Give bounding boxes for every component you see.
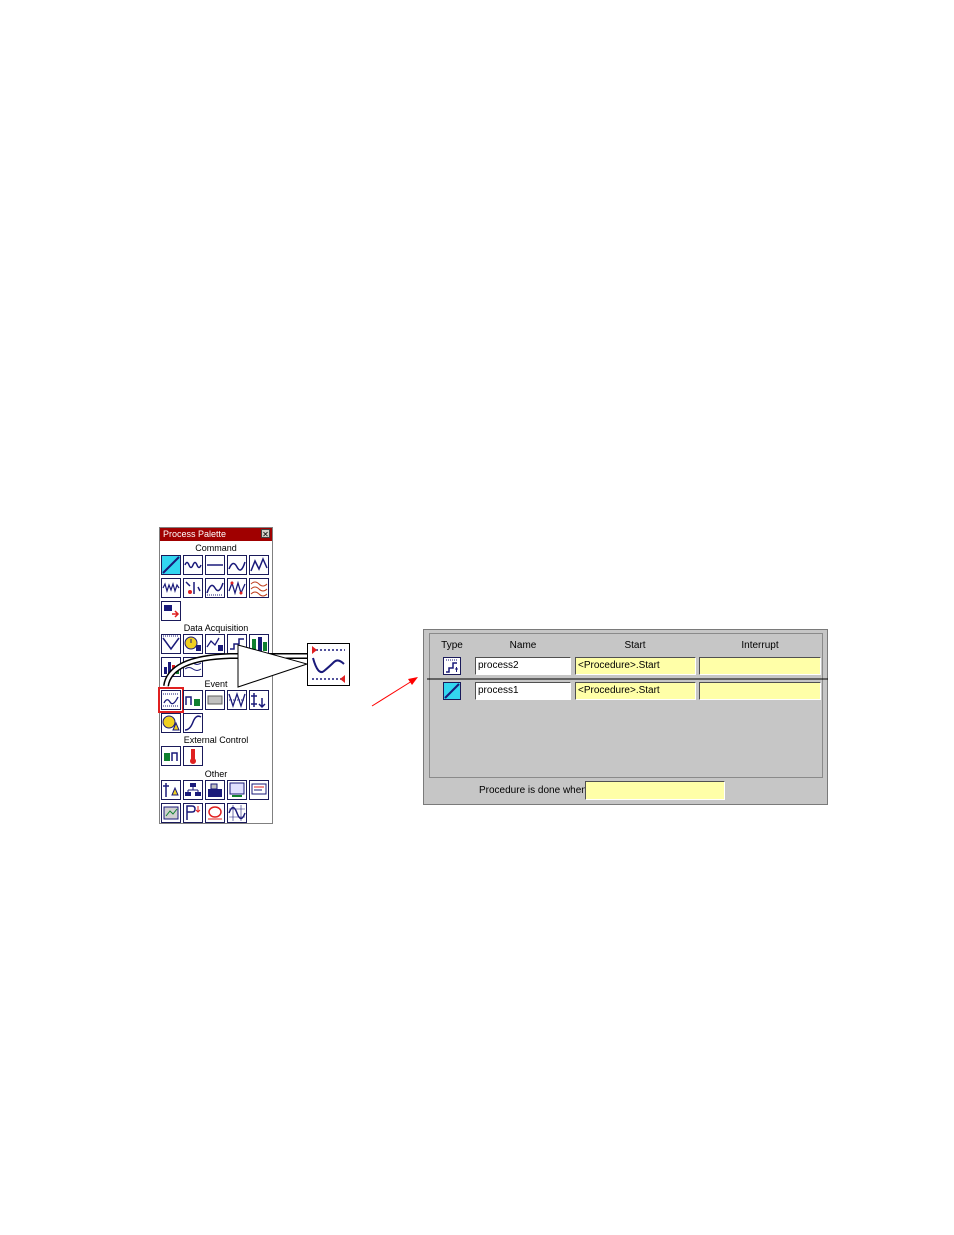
- random-wave-icon[interactable]: [161, 578, 181, 598]
- event-detector-zoom-icon: [307, 643, 350, 686]
- start-field[interactable]: <Procedure>.Start: [575, 682, 696, 700]
- callout-arrow: [163, 644, 309, 688]
- name-field[interactable]: process2: [475, 657, 571, 675]
- calculation-icon[interactable]: [227, 803, 247, 823]
- data-display-icon[interactable]: [227, 780, 247, 800]
- rise-event-icon[interactable]: [183, 713, 203, 733]
- section-label-data-acquisition: Data Acquisition: [183, 623, 249, 633]
- process-grid: Type Name Start Interrupt process2 <Proc…: [429, 633, 823, 778]
- profile-icon[interactable]: [249, 555, 269, 575]
- done-label: Procedure is done when: [479, 785, 587, 796]
- program-action-icon[interactable]: [205, 780, 225, 800]
- message-icon[interactable]: [249, 780, 269, 800]
- loop-icon[interactable]: [205, 803, 225, 823]
- multi-channel-icon[interactable]: [249, 578, 269, 598]
- ramp-process-icon[interactable]: [443, 682, 461, 700]
- interrupt-field[interactable]: [699, 657, 821, 675]
- palette-title: Process Palette: [163, 529, 227, 539]
- section-label-external-control: External Control: [183, 735, 249, 745]
- column-header-type: Type: [441, 640, 463, 651]
- hold-icon[interactable]: [205, 555, 225, 575]
- palette-title-bar: Process Palette ✕: [160, 528, 272, 541]
- column-header-start: Start: [624, 640, 646, 651]
- insertion-indicator: [371, 677, 828, 707]
- sine-wave-icon[interactable]: [183, 555, 203, 575]
- report-icon[interactable]: [161, 803, 181, 823]
- block-arbitrary-icon[interactable]: [227, 578, 247, 598]
- command-arrow-icon[interactable]: [161, 601, 181, 621]
- procedure-editor: Type Name Start Interrupt process2 <Proc…: [423, 629, 828, 805]
- sweep-icon[interactable]: [205, 578, 225, 598]
- ramp-icon[interactable]: [161, 555, 181, 575]
- parameter-set-icon[interactable]: [183, 803, 203, 823]
- section-label-other: Other: [204, 769, 228, 779]
- cycle-icon[interactable]: [227, 555, 247, 575]
- close-icon[interactable]: ✕: [261, 529, 270, 539]
- column-header-name: Name: [509, 640, 537, 651]
- digital-output-icon[interactable]: [161, 746, 181, 766]
- alarm-icon[interactable]: [161, 780, 181, 800]
- timer-event-icon[interactable]: [161, 713, 181, 733]
- temperature-icon[interactable]: [183, 746, 203, 766]
- done-condition-field[interactable]: [585, 781, 725, 800]
- section-label-command: Command: [195, 543, 237, 553]
- step-process-icon[interactable]: [443, 657, 461, 675]
- network-icon[interactable]: [183, 780, 203, 800]
- interrupt-field[interactable]: [699, 682, 821, 700]
- name-field[interactable]: process1: [475, 682, 571, 700]
- start-field[interactable]: <Procedure>.Start: [575, 657, 696, 675]
- dwell-icon[interactable]: [183, 578, 203, 598]
- column-header-interrupt: Interrupt: [741, 640, 779, 651]
